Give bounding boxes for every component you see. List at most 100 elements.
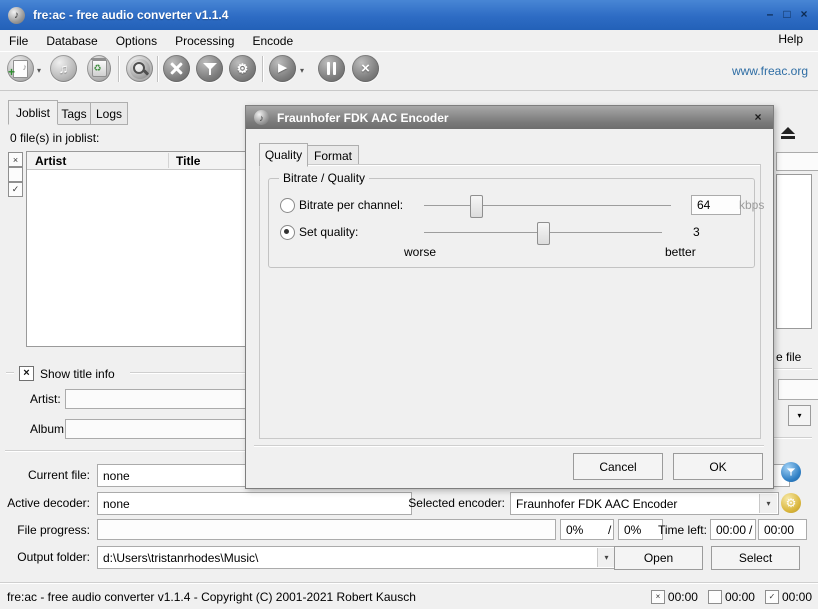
cddb-query-button[interactable]	[126, 55, 153, 82]
encoder-options-button[interactable]: ⚙	[781, 493, 801, 513]
tab-logs[interactable]: Logs	[90, 102, 128, 125]
general-settings-button[interactable]	[163, 55, 190, 82]
encoder-config-button[interactable]: ⚙	[229, 55, 256, 82]
menu-file[interactable]: File	[0, 32, 37, 50]
funnel-icon	[203, 62, 217, 76]
app-logo-icon: ♪	[8, 7, 25, 24]
joblist-status: 0 file(s) in joblist:	[10, 131, 99, 145]
time-total-field: 00:00	[758, 519, 807, 540]
show-title-info-checkbox[interactable]: ×	[19, 366, 34, 381]
toggle-selection-button[interactable]: ✓	[8, 182, 23, 197]
timer-checked-icon: ×	[651, 590, 665, 604]
selected-encoder-label: Selected encoder:	[402, 496, 505, 510]
add-dropdown-icon[interactable]: ▾	[37, 66, 41, 75]
unselected-tracks-timer: 00:00	[708, 590, 755, 604]
play-icon: ▶	[278, 63, 286, 74]
menu-encode[interactable]: Encode	[243, 32, 302, 50]
trash-icon: ♻	[92, 60, 107, 77]
right-panel-list[interactable]	[776, 174, 812, 329]
selected-tracks-timer: × 00:00	[651, 590, 698, 604]
freac-website-link[interactable]: www.freac.org	[732, 64, 808, 78]
right-panel-field-top	[776, 152, 818, 171]
column-artist[interactable]: Artist	[27, 154, 168, 168]
select-folder-button[interactable]: Select	[711, 546, 800, 570]
show-title-info-row: × Show title info	[19, 366, 115, 381]
file-progress-label: File progress:	[0, 523, 90, 537]
output-folder-combobox[interactable]: d:\Users\tristanrhodes\Music\ ▾	[97, 546, 617, 569]
maximize-button[interactable]: □	[781, 6, 793, 22]
menubar: File Database Options Processing Encode …	[0, 30, 818, 51]
active-decoder-field: none	[97, 492, 412, 515]
gear-icon: ⚙	[237, 62, 249, 75]
minimize-button[interactable]: –	[764, 6, 776, 22]
encoder-config-dialog: ♪ Fraunhofer FDK AAC Encoder × Quality F…	[245, 105, 774, 489]
dialog-close-button[interactable]: ×	[751, 110, 765, 124]
menu-options[interactable]: Options	[107, 32, 166, 50]
folder-dropdown-icon[interactable]: ▾	[597, 548, 615, 567]
cancel-button[interactable]: Cancel	[573, 453, 663, 480]
better-label: better	[665, 245, 696, 259]
quality-slider-thumb[interactable]	[537, 222, 550, 245]
timer-toggle-icon: ✓	[765, 590, 779, 604]
open-folder-button[interactable]: Open	[614, 546, 703, 570]
close-button[interactable]: ×	[798, 6, 810, 22]
stop-button[interactable]: ×	[352, 55, 379, 82]
timer-unchecked-icon	[708, 590, 722, 604]
tools-icon	[169, 61, 184, 76]
worse-label: worse	[404, 245, 436, 259]
right-panel-partial-label: e file	[776, 350, 801, 364]
bitrate-slider[interactable]	[424, 205, 671, 206]
total-percent-field: 0%	[618, 519, 663, 540]
right-panel-field[interactable]	[778, 379, 818, 400]
all-tracks-timer: ✓ 00:00	[765, 590, 812, 604]
bitrate-label: Bitrate per channel:	[299, 198, 403, 212]
menu-processing[interactable]: Processing	[166, 32, 243, 50]
selected-encoder-combobox[interactable]: Fraunhofer FDK AAC Encoder ▾	[510, 492, 779, 515]
yellow-gear-icon: ⚙	[786, 496, 797, 510]
start-conversion-button[interactable]: ▶	[269, 55, 296, 82]
joblist-music-button[interactable]: ♫	[50, 55, 77, 82]
add-files-icon: +♪	[13, 60, 28, 78]
dialog-tab-page: Bitrate / Quality Bitrate per channel: 6…	[259, 164, 761, 439]
bitrate-slider-thumb[interactable]	[470, 195, 483, 218]
quality-slider[interactable]	[424, 232, 662, 233]
toolbar: +♪ ▾ ♫ ♻ ⚙ ▶ ▾ × www	[0, 51, 818, 91]
ok-button[interactable]: OK	[673, 453, 763, 480]
processing-options-button[interactable]	[781, 462, 801, 482]
file-progress-bar	[97, 519, 556, 540]
pause-button[interactable]	[318, 55, 345, 82]
music-note-icon: ♫	[59, 62, 69, 75]
time-left-label: Time left:	[658, 523, 707, 537]
statusbar-text: fre:ac - free audio converter v1.1.4 - C…	[0, 590, 416, 604]
group-title: Bitrate / Quality	[279, 171, 369, 185]
select-none-button[interactable]	[8, 167, 23, 182]
menu-help[interactable]: Help	[769, 30, 812, 48]
artist-label: Artist:	[30, 392, 61, 406]
bitrate-radio[interactable]	[280, 198, 295, 213]
dialog-title: Fraunhofer FDK AAC Encoder	[277, 111, 449, 125]
remove-all-button[interactable]: ♻	[87, 55, 111, 82]
file-percent-field: 0%	[560, 519, 614, 540]
quality-radio[interactable]	[280, 225, 295, 240]
stop-x-icon: ×	[361, 61, 370, 76]
bitrate-value-field[interactable]: 64	[691, 195, 741, 215]
start-dropdown-icon[interactable]: ▾	[300, 66, 304, 75]
encoder-dropdown-icon[interactable]: ▾	[759, 494, 777, 513]
dialog-tab-quality[interactable]: Quality	[259, 143, 308, 167]
select-all-button[interactable]: ×	[8, 152, 23, 167]
tab-tags[interactable]: Tags	[57, 102, 91, 125]
dialog-titlebar[interactable]: ♪ Fraunhofer FDK AAC Encoder ×	[246, 106, 773, 129]
show-title-info-label: Show title info	[40, 367, 115, 381]
column-title[interactable]: Title	[168, 154, 200, 168]
quality-label: Set quality:	[299, 225, 358, 239]
tab-joblist[interactable]: Joblist	[8, 100, 58, 125]
freac-main-window: ♪ fre:ac - free audio converter v1.1.4 –…	[0, 0, 818, 609]
add-files-button[interactable]: +♪	[7, 55, 34, 82]
statusbar: fre:ac - free audio converter v1.1.4 - C…	[0, 582, 818, 609]
right-panel-dropdown-icon[interactable]: ▾	[788, 405, 811, 426]
blue-funnel-icon	[787, 468, 795, 476]
current-file-label: Current file:	[0, 468, 90, 482]
quality-value: 3	[693, 225, 700, 239]
signal-processing-button[interactable]	[196, 55, 223, 82]
menu-database[interactable]: Database	[37, 32, 106, 50]
